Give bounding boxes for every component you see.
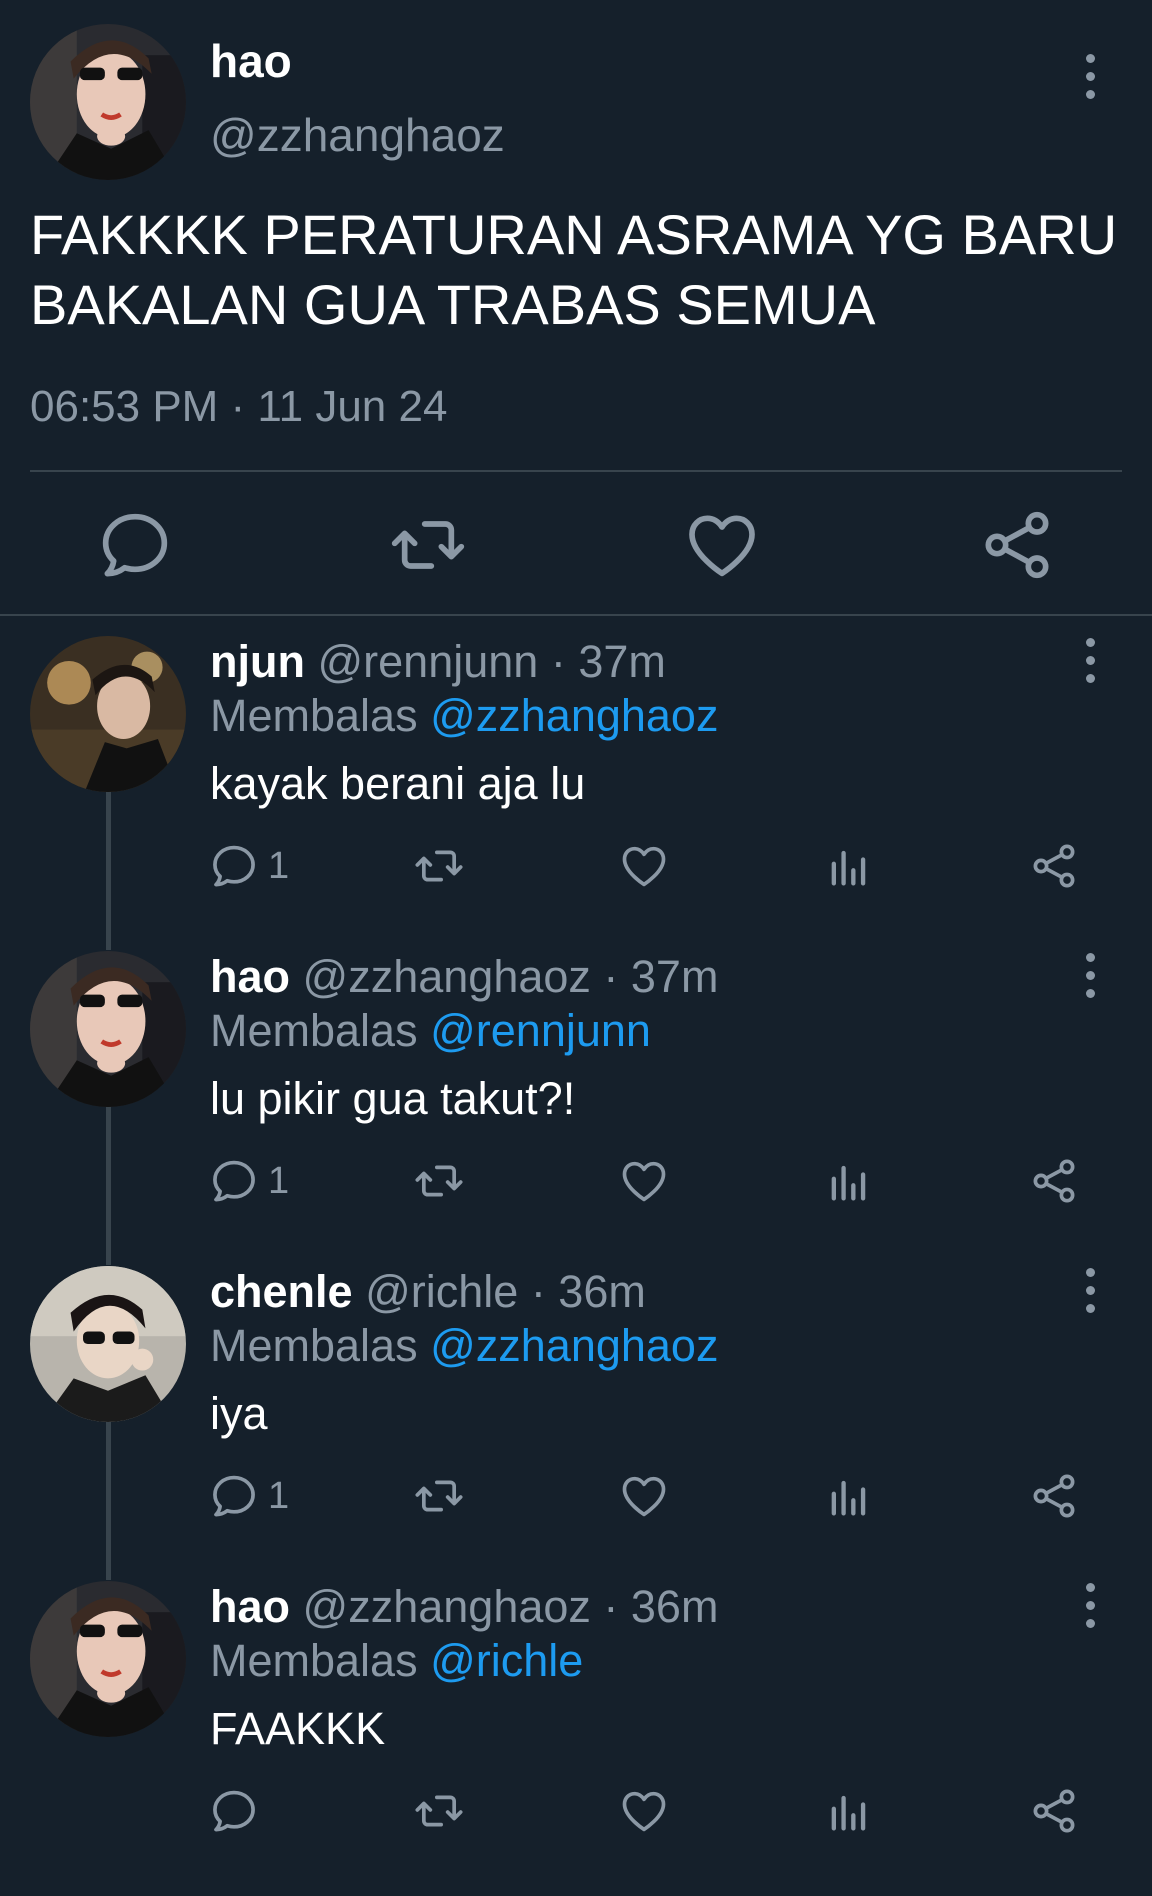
share-icon[interactable] [1028,836,1080,896]
retweet-icon[interactable] [413,1781,465,1841]
author-handle[interactable]: @zzhanghaoz [303,1581,591,1632]
tweet-timestamp: 06:53 PM · 11 Jun 24 [30,382,448,431]
reply-icon [208,1470,260,1522]
more-options-icon[interactable] [1070,630,1110,690]
like-icon[interactable] [618,1781,670,1841]
more-options-icon[interactable] [1070,945,1110,1005]
reply-actions [0,1781,1152,1841]
divider [0,614,1152,616]
reply-header: njun @rennjunn · 37m [210,636,666,688]
like-icon[interactable] [618,1466,670,1526]
reply-button[interactable]: 1 [208,1466,289,1526]
author-name[interactable]: chenle [210,1266,353,1317]
author-handle[interactable]: @rennjunn [317,636,538,687]
reply-text: lu pikir gua takut?! [210,1073,576,1124]
reply-item[interactable]: chenle @richle · 36m Membalas @zzhanghao… [0,1266,1152,1581]
reply-time: · 37m [550,636,666,687]
author-handle[interactable]: @richle [365,1266,518,1317]
avatar[interactable] [30,636,186,792]
reply-icon[interactable] [95,505,175,585]
mention-link[interactable]: @rennjunn [430,1005,651,1056]
reply-time: · 36m [530,1266,646,1317]
share-icon[interactable] [977,505,1057,585]
reply-count: 1 [268,1474,290,1517]
retweet-icon[interactable] [413,1151,465,1211]
avatar-image [30,24,186,180]
retweet-icon[interactable] [413,1466,465,1526]
author-handle[interactable]: @zzhanghaoz [210,108,505,162]
replying-label: Membalas [210,1005,418,1056]
replying-to: Membalas @zzhanghaoz [210,690,718,742]
stats-icon[interactable] [823,1466,875,1526]
more-options-icon[interactable] [1070,46,1110,106]
reply-header: chenle @richle · 36m [210,1266,646,1318]
mention-link[interactable]: @zzhanghaoz [430,690,718,741]
reply-item[interactable]: hao @zzhanghaoz · 36m Membalas @richle F… [0,1581,1152,1896]
reply-count: 1 [268,1159,290,1202]
reply-header: hao @zzhanghaoz · 37m [210,951,718,1003]
replying-to: Membalas @zzhanghaoz [210,1320,718,1372]
reply-text: kayak berani aja lu [210,758,586,809]
reply-item[interactable]: njun @rennjunn · 37m Membalas @zzhanghao… [0,636,1152,951]
reply-time: · 36m [603,1581,719,1632]
author-name[interactable]: hao [210,951,290,1002]
author-handle[interactable]: @zzhanghaoz [303,951,591,1002]
reply-time: · 37m [603,951,719,1002]
avatar[interactable] [30,24,186,180]
author-name[interactable]: hao [210,34,292,88]
avatar[interactable] [30,951,186,1107]
like-icon[interactable] [618,836,670,896]
reply-icon [208,840,260,892]
reply-actions: 1 [0,1466,1152,1526]
author-name[interactable]: hao [210,1581,290,1632]
reply-text: iya [210,1388,268,1439]
reply-header: hao @zzhanghaoz · 36m [210,1581,718,1633]
reply-actions: 1 [0,1151,1152,1211]
more-options-icon[interactable] [1070,1575,1110,1635]
divider [30,470,1122,472]
mention-link[interactable]: @zzhanghaoz [430,1320,718,1371]
retweet-icon[interactable] [388,505,468,585]
more-options-icon[interactable] [1070,1260,1110,1320]
replying-to: Membalas @richle [210,1635,583,1687]
reply-icon [208,1785,260,1837]
reply-item[interactable]: hao @zzhanghaoz · 37m Membalas @rennjunn… [0,951,1152,1266]
tweet-actions [0,505,1152,585]
reply-button[interactable] [208,1781,268,1841]
replying-to: Membalas @rennjunn [210,1005,651,1057]
avatar-image [30,1581,186,1737]
like-icon[interactable] [618,1151,670,1211]
stats-icon[interactable] [823,836,875,896]
tweet-text: FAKKKK PERATURAN ASRAMA YG BARU BAKALAN … [30,203,1118,336]
stats-icon[interactable] [823,1151,875,1211]
replying-label: Membalas [210,1635,418,1686]
like-icon[interactable] [682,505,762,585]
reply-actions: 1 [0,836,1152,896]
reply-icon [208,1155,260,1207]
avatar-image [30,951,186,1107]
share-icon[interactable] [1028,1781,1080,1841]
stats-icon[interactable] [823,1781,875,1841]
reply-button[interactable]: 1 [208,836,289,896]
avatar-image [30,636,186,792]
avatar[interactable] [30,1581,186,1737]
reply-text: FAAKKK [210,1703,386,1754]
author-name[interactable]: njun [210,636,305,687]
replying-label: Membalas [210,690,418,741]
reply-button[interactable]: 1 [208,1151,289,1211]
main-tweet: hao @zzhanghaoz FAKKKK PERATURAN ASRAMA … [0,0,1152,616]
reply-count: 1 [268,844,290,887]
avatar[interactable] [30,1266,186,1422]
mention-link[interactable]: @richle [430,1635,583,1686]
retweet-icon[interactable] [413,836,465,896]
avatar-image [30,1266,186,1422]
share-icon[interactable] [1028,1466,1080,1526]
share-icon[interactable] [1028,1151,1080,1211]
replying-label: Membalas [210,1320,418,1371]
